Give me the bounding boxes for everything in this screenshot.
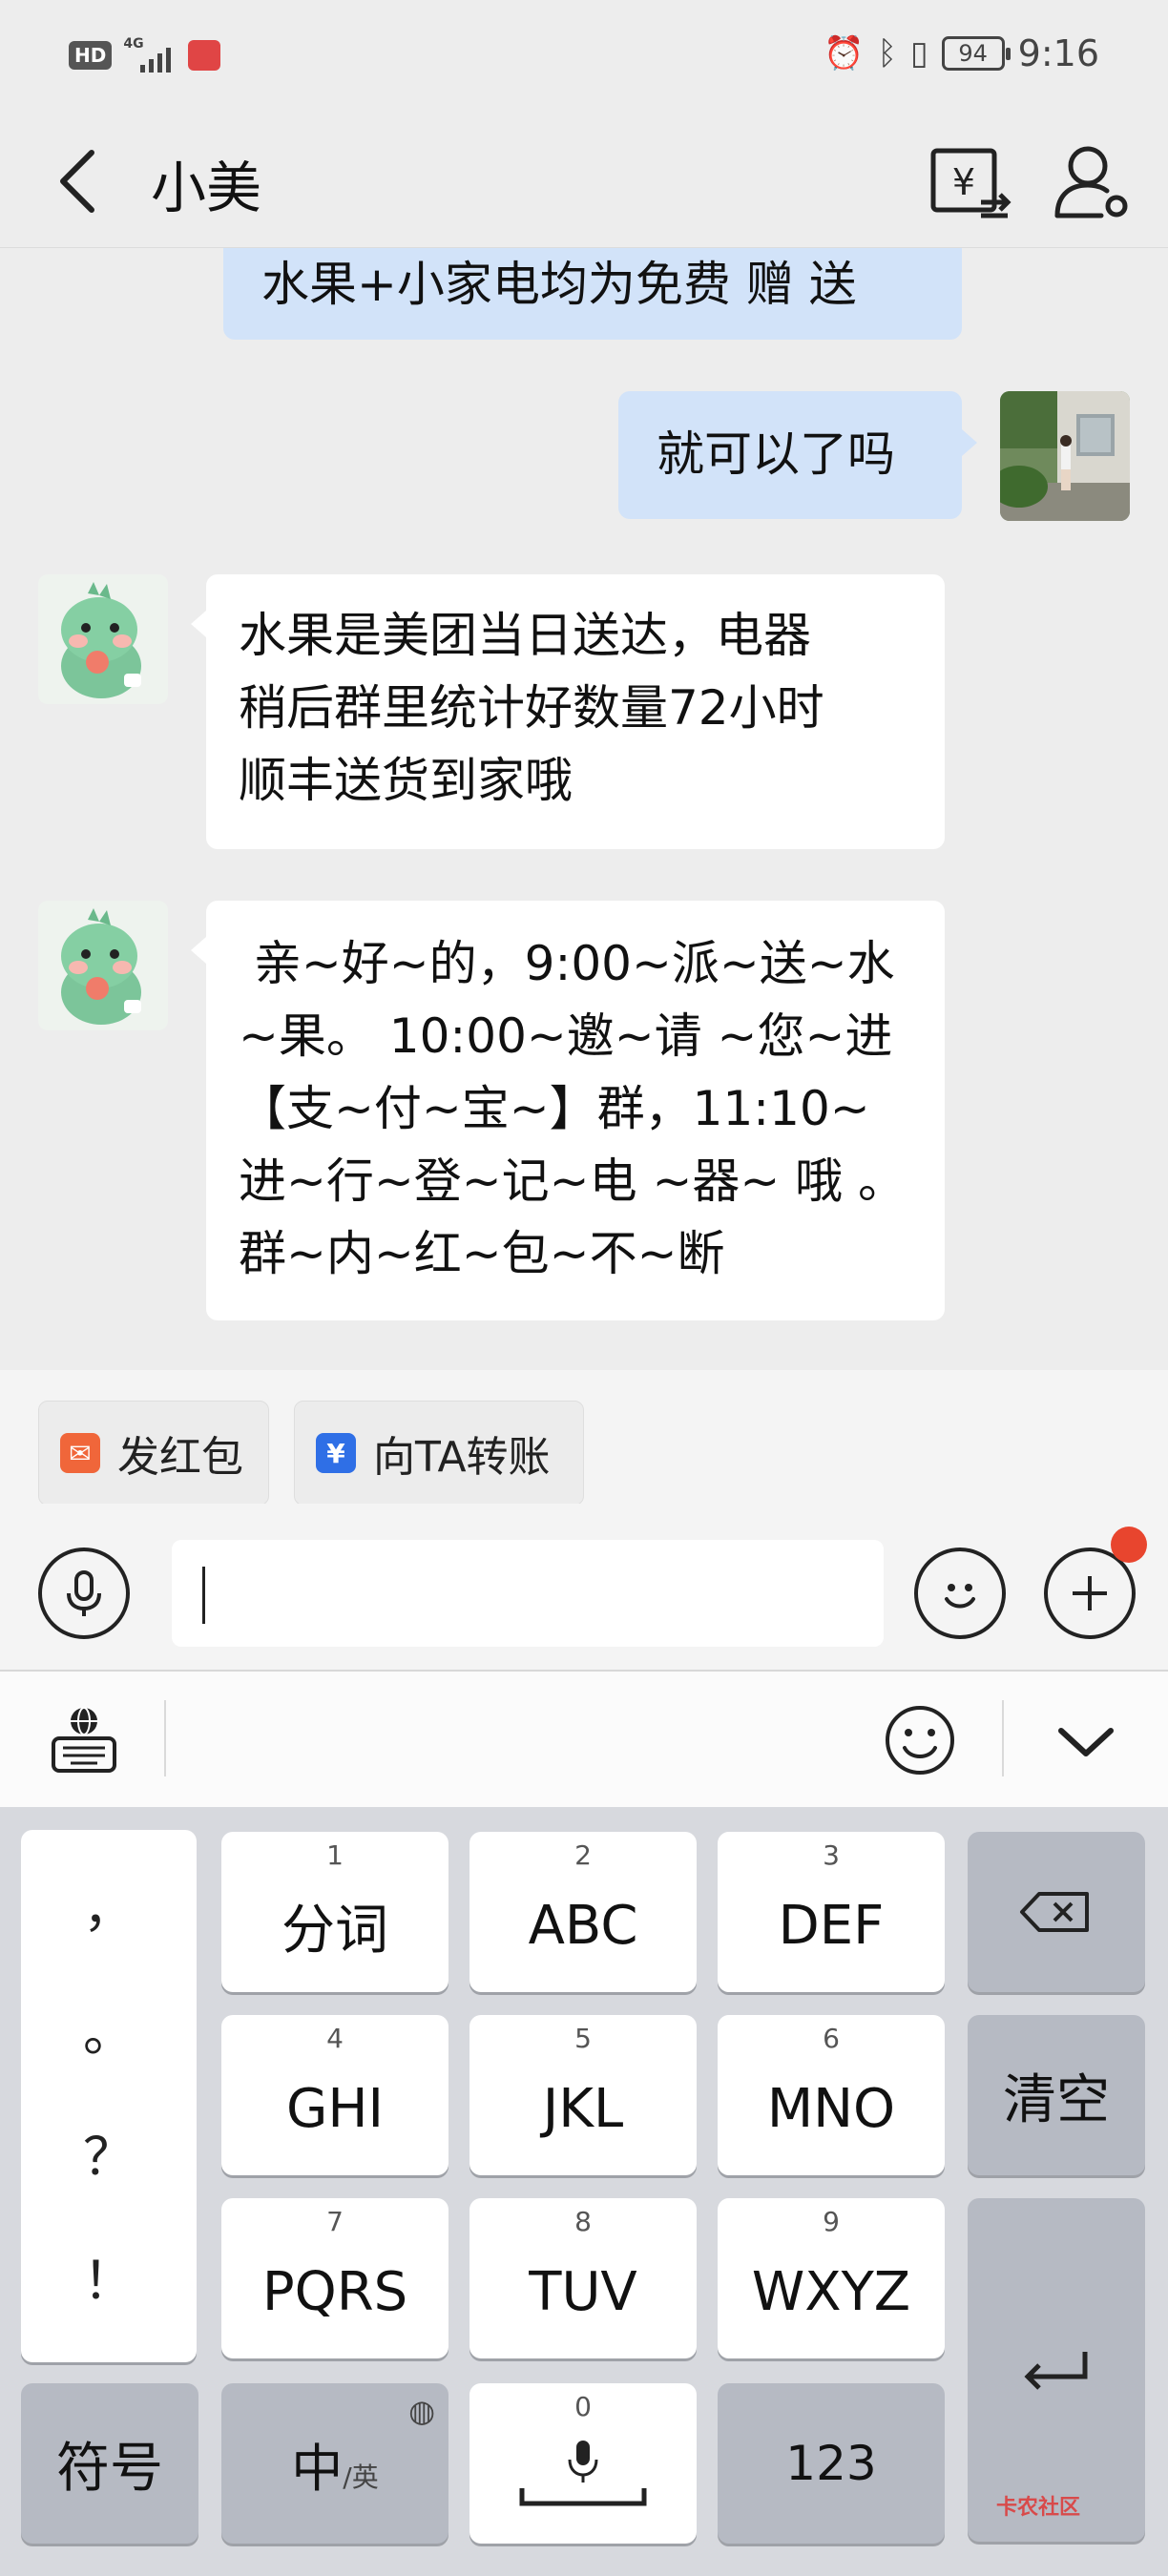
keyboard-globe-icon bbox=[52, 1707, 116, 1773]
contact-profile-icon bbox=[1054, 146, 1128, 218]
message-line: 进~行~登~记~电 ~器~ 哦 。 bbox=[239, 1153, 907, 1209]
chat-messages[interactable]: 水果+小家电均为免费 赠 送 就可以了吗 水果是美团当日送达，电器 稍后群里统计… bbox=[0, 248, 1168, 1370]
space-mic-icon bbox=[519, 2441, 647, 2506]
vibrate-icon: ▯ bbox=[909, 34, 928, 73]
toolbar-divider bbox=[1002, 1700, 1004, 1776]
transfer-label: 向TA转账 bbox=[373, 1433, 551, 1482]
message-text: 就可以了吗 bbox=[657, 426, 895, 482]
voice-input-button[interactable] bbox=[38, 1548, 130, 1639]
red-packet-icon: ✉ bbox=[60, 1433, 100, 1473]
smiley-icon bbox=[945, 1584, 975, 1609]
plus-icon bbox=[1073, 1576, 1107, 1610]
number-mode-key[interactable]: 123 bbox=[718, 2383, 945, 2544]
keyboard-switch-button[interactable] bbox=[44, 1700, 124, 1780]
key-6-mno[interactable]: 6 MNO bbox=[718, 2015, 945, 2175]
message-bubble-incoming[interactable]: 水果是美团当日送达，电器 稍后群里统计好数量72小时 顺丰送货到家哦 bbox=[191, 574, 945, 849]
backspace-icon bbox=[1020, 1892, 1089, 1932]
smiley-icon bbox=[886, 1706, 954, 1775]
status-time: 9:16 bbox=[1017, 32, 1099, 74]
notification-dot bbox=[1111, 1527, 1147, 1563]
punct-key[interactable]: ， bbox=[21, 1866, 197, 1942]
hide-keyboard-button[interactable] bbox=[1046, 1700, 1126, 1780]
clear-key[interactable]: 清空 bbox=[968, 2015, 1145, 2175]
message-line: 稍后群里统计好数量72小时 bbox=[239, 680, 824, 736]
message-bubble-incoming[interactable]: 亲~好~的，9:00~派~送~水 ~果。 10:00~邀~请 ~您~进 【支~付… bbox=[191, 901, 945, 1320]
text-cursor bbox=[202, 1567, 205, 1624]
dinosaur-avatar-icon bbox=[38, 901, 168, 1030]
punctuation-column[interactable]: ， 。 ？ ！ bbox=[21, 1830, 197, 2362]
transfer-to-ta-button[interactable]: ¥ 向TA转账 bbox=[294, 1401, 584, 1506]
backspace-key[interactable] bbox=[968, 1832, 1145, 1992]
chevron-left-icon bbox=[60, 150, 94, 213]
back-button[interactable] bbox=[50, 141, 107, 221]
chat-header: 小美 ¥ bbox=[0, 114, 1168, 248]
enter-icon bbox=[1024, 2352, 1088, 2390]
message-bubble-outgoing[interactable]: 就可以了吗 bbox=[618, 391, 977, 519]
microphone-icon bbox=[67, 1570, 101, 1616]
language-switch-key[interactable]: ◍ 中/英 bbox=[221, 2383, 448, 2544]
quick-actions-bar: ✉ 发红包 ¥ 向TA转账 bbox=[0, 1370, 1168, 1506]
avatar-contact[interactable] bbox=[38, 901, 168, 1030]
key-7-pqrs[interactable]: 7 PQRS bbox=[221, 2198, 448, 2358]
message-input-bar bbox=[0, 1504, 1168, 1672]
key-8-tuv[interactable]: 8 TUV bbox=[469, 2198, 697, 2358]
notification-app-icon bbox=[188, 40, 221, 71]
punct-key[interactable]: 。 bbox=[21, 1990, 197, 2066]
svg-text:¥: ¥ bbox=[952, 161, 975, 203]
message-line: 【支~付~宝~】群，11:10~ bbox=[239, 1081, 870, 1136]
signal-icon: 4G bbox=[121, 36, 178, 74]
t9-keyboard: ， 。 ？ ！ 1 分词 2 ABC 3 DEF 4 GHI 5 JKL 6 M… bbox=[0, 1807, 1168, 2576]
lang-main-label: 中 bbox=[291, 2438, 344, 2499]
keyboard-emoji-button[interactable] bbox=[880, 1700, 960, 1780]
battery-icon: 94 bbox=[941, 36, 1011, 71]
globe-icon: ◍ bbox=[408, 2393, 435, 2429]
message-line: 顺丰送货到家哦 bbox=[239, 753, 573, 808]
alarm-icon: ⏰ bbox=[824, 34, 865, 73]
avatar-contact[interactable] bbox=[38, 574, 168, 704]
transfer-yuan-icon: ¥ bbox=[930, 148, 1012, 218]
transfer-icon: ¥ bbox=[316, 1433, 356, 1473]
toolbar-divider bbox=[164, 1700, 166, 1776]
punct-key[interactable]: ！ bbox=[21, 2238, 197, 2314]
dinosaur-avatar-icon bbox=[38, 574, 168, 704]
emoji-button[interactable] bbox=[914, 1548, 1006, 1639]
red-packet-button[interactable]: ✉ 发红包 bbox=[38, 1401, 269, 1506]
space-key[interactable]: 0 bbox=[469, 2383, 697, 2544]
symbol-key[interactable]: 符号 bbox=[21, 2383, 198, 2544]
key-9-wxyz[interactable]: 9 WXYZ bbox=[718, 2198, 945, 2358]
transfer-button[interactable]: ¥ bbox=[924, 135, 1015, 227]
key-3-def[interactable]: 3 DEF bbox=[718, 1832, 945, 1992]
self-photo-avatar bbox=[1000, 391, 1130, 521]
message-line: 水果是美团当日送达，电器 bbox=[239, 608, 811, 663]
message-text: 水果+小家电均为免费 赠 送 bbox=[261, 257, 857, 312]
chat-title: 小美 bbox=[151, 156, 262, 220]
message-line: ~果。 10:00~邀~请 ~您~进 bbox=[239, 1008, 893, 1064]
punct-key[interactable]: ？ bbox=[21, 2114, 197, 2190]
lang-sub-label: /英 bbox=[343, 2461, 379, 2493]
contact-profile-button[interactable] bbox=[1046, 135, 1137, 227]
key-5-jkl[interactable]: 5 JKL bbox=[469, 2015, 697, 2175]
keyboard-toolbar bbox=[0, 1672, 1168, 1807]
red-packet-label: 发红包 bbox=[117, 1433, 243, 1482]
status-left: HD 4G bbox=[69, 36, 221, 74]
watermark-logo: 卡农社区 bbox=[996, 2496, 1081, 2520]
message-input[interactable] bbox=[172, 1540, 884, 1647]
avatar-self[interactable] bbox=[1000, 391, 1130, 521]
key-1-fenci[interactable]: 1 分词 bbox=[221, 1832, 448, 1992]
status-right: ⏰ ᛒ ▯ 94 9:16 bbox=[824, 32, 1099, 74]
hd-badge: HD bbox=[69, 41, 113, 70]
key-2-abc[interactable]: 2 ABC bbox=[469, 1832, 697, 1992]
status-bar: HD 4G ⏰ ᛒ ▯ 94 9:16 bbox=[0, 0, 1168, 114]
message-bubble-outgoing[interactable]: 水果+小家电均为免费 赠 送 bbox=[223, 248, 962, 340]
bluetooth-icon: ᛒ bbox=[877, 34, 897, 73]
chevron-down-icon bbox=[1058, 1728, 1114, 1756]
key-4-ghi[interactable]: 4 GHI bbox=[221, 2015, 448, 2175]
message-line: 亲~好~的，9:00~派~送~水 bbox=[239, 936, 895, 991]
message-line: 群~内~红~包~不~断 bbox=[239, 1226, 725, 1281]
